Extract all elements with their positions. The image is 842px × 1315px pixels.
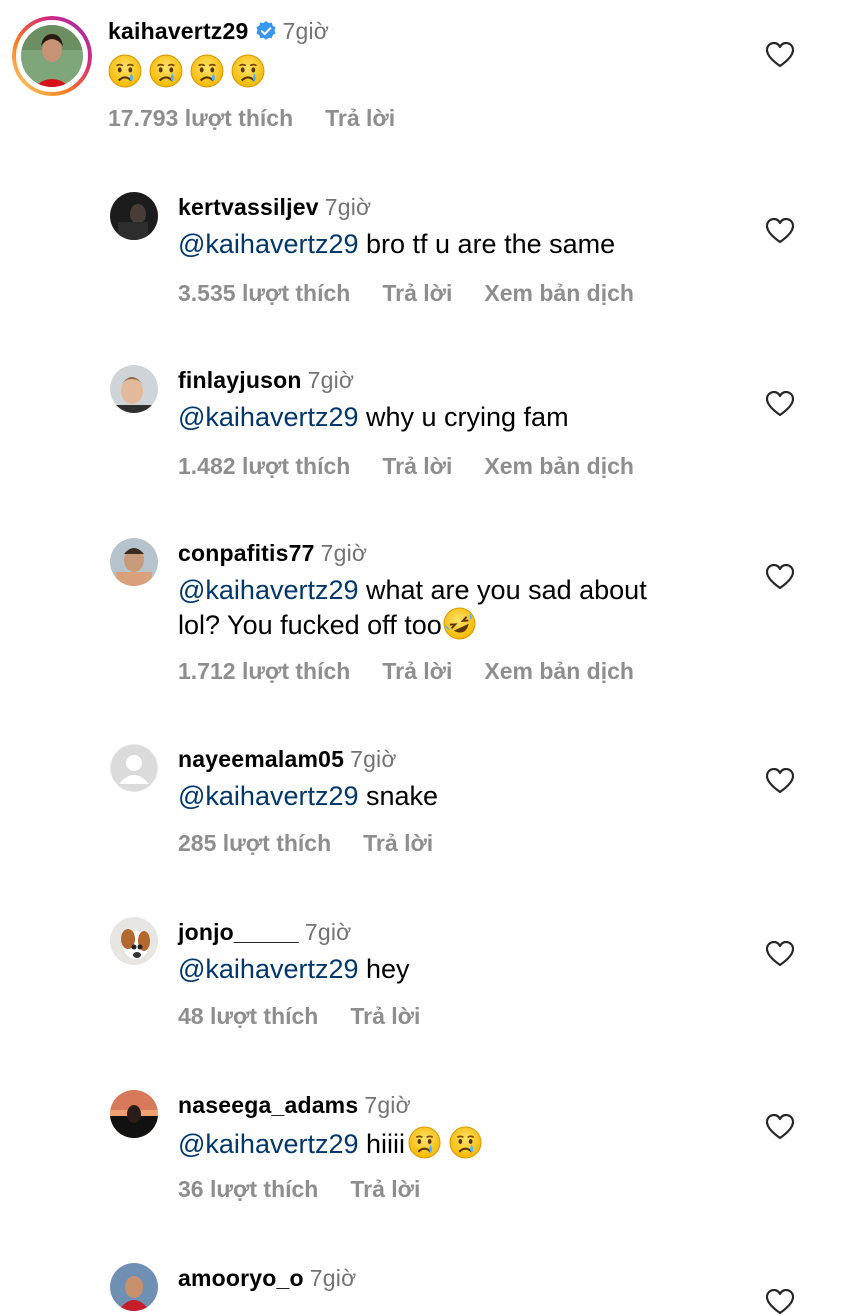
timestamp: 7giờ — [320, 540, 368, 566]
timestamp: 7giờ — [309, 1265, 357, 1291]
comment-text: @kaihavertz29 bro tf u are the same — [178, 228, 615, 261]
reply-button[interactable]: Trả lời — [350, 1003, 420, 1029]
crying-face-icon — [149, 54, 183, 88]
likes-count[interactable]: 36 lượt thích — [178, 1176, 318, 1202]
crying-face-icon — [449, 1126, 483, 1159]
username-text[interactable]: jonjo_____ — [178, 919, 299, 945]
crying-face-icon — [231, 54, 265, 88]
username[interactable]: amooryo_o 7giờ — [178, 1265, 356, 1292]
mention-link[interactable]: @kaihavertz29 — [178, 1129, 359, 1159]
crying-face-icon — [408, 1126, 442, 1159]
avatar[interactable] — [110, 365, 158, 413]
username-text[interactable]: amooryo_o — [178, 1265, 304, 1291]
comment-meta: 17.793 lượt thích Trả lời — [108, 105, 427, 132]
mention-link[interactable]: @kaihavertz29 — [178, 954, 359, 984]
see-translation-button[interactable]: Xem bản dịch — [484, 453, 634, 479]
username-text[interactable]: kertvassiljev — [178, 194, 319, 220]
username[interactable]: finlayjuson 7giờ — [178, 367, 354, 394]
likes-count[interactable]: 285 lượt thích — [178, 830, 331, 856]
see-translation-button[interactable]: Xem bản dịch — [484, 280, 634, 306]
comment-meta: 3.535 lượt thích Trả lời Xem bản dịch — [178, 280, 666, 307]
crying-face-icon — [108, 54, 142, 88]
username-text[interactable]: nayeemalam05 — [178, 746, 344, 772]
rolling-laughing-face-icon — [437, 602, 481, 645]
mention-link[interactable]: @kaihavertz29 — [178, 402, 359, 432]
like-heart-icon[interactable] — [766, 218, 794, 244]
reply-button[interactable]: Trả lời — [382, 658, 452, 684]
comment-text: @kaihavertz29 hiiii — [178, 1126, 483, 1161]
likes-count[interactable]: 1.482 lượt thích — [178, 453, 350, 479]
comment-meta: 1.482 lượt thích Trả lời Xem bản dịch — [178, 453, 666, 480]
like-heart-icon[interactable] — [766, 42, 794, 68]
username[interactable]: jonjo_____ 7giờ — [178, 919, 351, 946]
reply-button[interactable]: Trả lời — [363, 830, 433, 856]
reply-button[interactable]: Trả lời — [350, 1176, 420, 1202]
like-heart-icon[interactable] — [766, 564, 794, 590]
comment-text: @kaihavertz29 snake — [178, 780, 438, 813]
like-heart-icon[interactable] — [766, 768, 794, 794]
mention-link[interactable]: @kaihavertz29 — [178, 575, 359, 605]
username[interactable]: kertvassiljev 7giờ — [178, 194, 371, 221]
comment-meta: 1.712 lượt thích Trả lời Xem bản dịch — [178, 658, 666, 685]
comment-text: @kaihavertz29 what are you sad about — [178, 574, 647, 607]
like-heart-icon[interactable] — [766, 1114, 794, 1140]
like-heart-icon[interactable] — [766, 391, 794, 417]
avatar[interactable] — [110, 917, 158, 965]
username[interactable]: nayeemalam05 7giờ — [178, 746, 397, 773]
timestamp: 7giờ — [364, 1092, 411, 1118]
comment-text: @kaihavertz29 why u crying fam — [178, 401, 569, 434]
see-translation-button[interactable]: Xem bản dịch — [484, 658, 634, 684]
like-heart-icon[interactable] — [766, 1289, 794, 1315]
reply-button[interactable]: Trả lời — [325, 105, 395, 131]
comment-text: @kaihavertz29 hey — [178, 953, 410, 986]
timestamp: 7giờ — [324, 194, 372, 220]
crying-face-icon — [190, 54, 224, 88]
avatar[interactable] — [110, 538, 158, 586]
comment-body: hey — [358, 954, 410, 984]
mention-link[interactable]: @kaihavertz29 — [178, 229, 359, 259]
reply-button[interactable]: Trả lời — [382, 280, 452, 306]
username-text[interactable]: finlayjuson — [178, 367, 302, 393]
comment-meta: 48 lượt thích Trả lời — [178, 1003, 452, 1030]
comment-text-line2: lol? You fucked off too — [178, 602, 481, 645]
likes-count[interactable]: 3.535 lượt thích — [178, 280, 350, 306]
comment-meta: 285 lượt thích Trả lời — [178, 830, 465, 857]
comment-body: bro tf u are the same — [358, 229, 616, 259]
comment-meta: 36 lượt thích Trả lời — [178, 1176, 452, 1203]
reply-button[interactable]: Trả lời — [382, 453, 452, 479]
comment-body: snake — [358, 781, 439, 811]
username[interactable]: conpafitis77 7giờ — [178, 540, 367, 567]
username-text[interactable]: conpafitis77 — [178, 540, 315, 566]
default-avatar[interactable] — [110, 744, 158, 792]
username-text[interactable]: kaihavertz29 — [108, 18, 249, 44]
comment-body: what are you sad about — [358, 575, 647, 605]
likes-count[interactable]: 17.793 lượt thích — [108, 105, 293, 131]
avatar[interactable] — [110, 192, 158, 240]
verified-badge-icon — [255, 20, 277, 48]
timestamp: 7giờ — [350, 746, 397, 772]
username[interactable]: kaihavertz29 7giờ — [108, 18, 329, 48]
timestamp: 7giờ — [282, 18, 330, 44]
username[interactable]: naseega_adams 7giờ — [178, 1092, 411, 1119]
timestamp: 7giờ — [304, 919, 352, 945]
like-heart-icon[interactable] — [766, 941, 794, 967]
avatar[interactable] — [12, 16, 92, 96]
avatar[interactable] — [110, 1090, 158, 1138]
username-text[interactable]: naseega_adams — [178, 1092, 358, 1118]
comment-body: why u crying fam — [358, 402, 569, 432]
comment-body: hiiii — [358, 1129, 406, 1159]
comment-emoji-row — [108, 54, 265, 96]
comment-body: lol? You fucked off too — [178, 610, 442, 640]
likes-count[interactable]: 48 lượt thích — [178, 1003, 318, 1029]
avatar[interactable] — [110, 1263, 158, 1311]
mention-link[interactable]: @kaihavertz29 — [178, 781, 359, 811]
timestamp: 7giờ — [307, 367, 355, 393]
likes-count[interactable]: 1.712 lượt thích — [178, 658, 350, 684]
